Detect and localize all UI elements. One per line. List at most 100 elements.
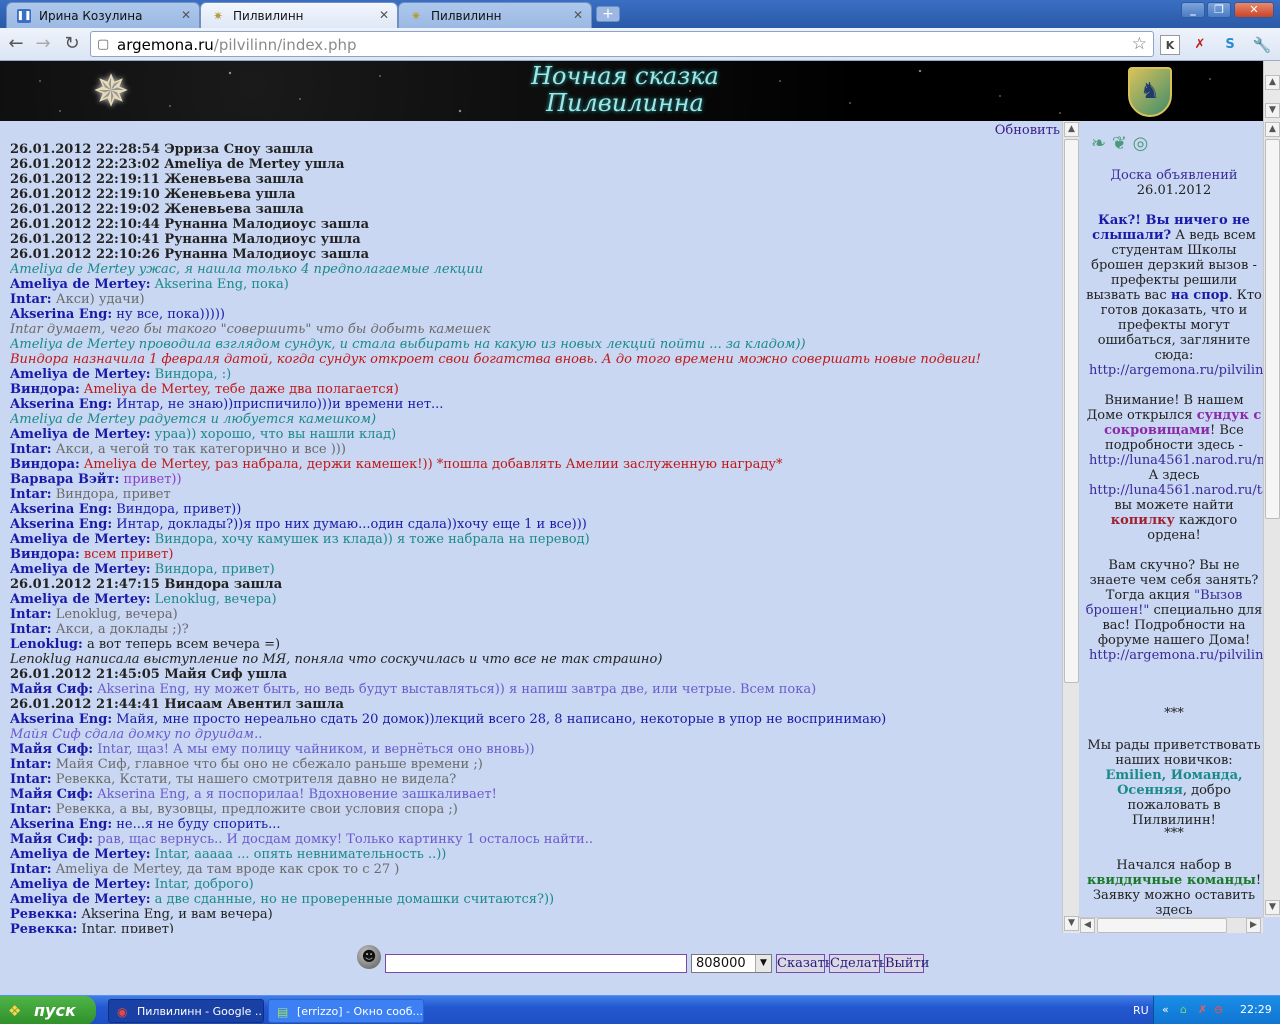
adblock-icon[interactable]: ✗ <box>1190 35 1210 55</box>
reload-icon[interactable]: ↻ <box>61 33 83 55</box>
scroll-up-icon[interactable]: ▲ <box>1064 122 1079 137</box>
treasure-link[interactable]: http://luna4561.narod.ru/main.html <box>1085 453 1263 468</box>
message-author[interactable]: Ревекка: <box>10 907 77 922</box>
tab-1[interactable]: ❚❚ Ирина Козулина ✕ <box>6 2 200 28</box>
refresh-link[interactable]: Обновить <box>995 123 1060 138</box>
chat-message: Intar: Акси, а чегой то так категорично … <box>10 442 1055 457</box>
action-message: Intar думает, чего бы такого "совершить"… <box>10 322 491 337</box>
message-author[interactable]: Akserina Eng: <box>10 397 112 412</box>
message-text: Акси) удачи) <box>51 292 145 307</box>
address-bar[interactable]: ▢ argemona.ru/pilvilinn/index.php ☆ <box>90 31 1154 57</box>
close-icon[interactable]: ✕ <box>573 8 583 22</box>
scroll-down-icon[interactable]: ▼ <box>1265 900 1280 915</box>
message-author[interactable]: Intar: <box>10 802 52 817</box>
kaspersky-icon[interactable]: K <box>1160 35 1180 55</box>
minimize-button[interactable]: _ <box>1181 2 1205 18</box>
message-author[interactable]: Варвара Вэйт: <box>10 472 119 487</box>
tab-2[interactable]: ✷ Пилвилинн ✕ <box>200 2 398 28</box>
message-author[interactable]: Akserina Eng: <box>10 307 112 322</box>
message-author[interactable]: Ameliya de Mertey: <box>10 847 151 862</box>
message-author[interactable]: Майя Сиф: <box>10 787 93 802</box>
exit-button[interactable]: Выйти <box>884 954 929 973</box>
message-author[interactable]: Ameliya de Mertey: <box>10 277 151 292</box>
scroll-up-icon[interactable]: ▲ <box>1265 75 1280 90</box>
message-text: Akserina Eng, ну может быть, но ведь буд… <box>93 682 817 697</box>
message-author[interactable]: Lenoklug: <box>10 637 83 652</box>
screen: ❚❚ Ирина Козулина ✕ ✷ Пилвилинн ✕ ✷ Пилв… <box>0 0 1280 1024</box>
message-author[interactable]: Intar: <box>10 757 52 772</box>
message-author[interactable]: Intar: <box>10 442 52 457</box>
message-author[interactable]: Intar: <box>10 622 52 637</box>
message-author[interactable]: Akserina Eng: <box>10 517 112 532</box>
message-author[interactable]: Виндора: <box>10 382 80 397</box>
forum-link[interactable]: http://argemona.ru/pilvilinn/forum/page=… <box>1085 648 1263 663</box>
language-indicator[interactable]: RU <box>1133 1004 1149 1017</box>
say-button[interactable]: Сказать <box>776 954 832 973</box>
board-title: Доска объявлений <box>1110 168 1238 183</box>
start-button[interactable]: ❖ пуск <box>0 996 96 1024</box>
message-text: Ревекка, а вы, вузовцы, предложите свои … <box>51 802 458 817</box>
smiley-icon[interactable]: ☻ <box>357 945 381 969</box>
message-author[interactable]: Ameliya de Mertey: <box>10 367 151 382</box>
chat-scrollbar[interactable]: ▲ ▼ <box>1062 121 1079 933</box>
window-close-button[interactable]: ✕ <box>1234 2 1274 18</box>
page-scrollbar-top[interactable]: ▲ ▼ <box>1263 61 1280 121</box>
chevron-down-icon[interactable]: ▼ <box>755 955 771 972</box>
message-author[interactable]: Akserina Eng: <box>10 712 112 727</box>
message-author[interactable]: Виндора: <box>10 547 80 562</box>
message-author[interactable]: Майя Сиф: <box>10 682 93 697</box>
antivirus-icon[interactable]: ✗ <box>1198 1003 1207 1016</box>
bookmark-star-icon[interactable]: ☆ <box>1132 34 1147 54</box>
message-author[interactable]: Intar: <box>10 772 52 787</box>
restore-button[interactable]: ❐ <box>1207 2 1231 18</box>
message-author[interactable]: Ameliya de Mertey: <box>10 877 151 892</box>
scroll-thumb[interactable] <box>1097 918 1227 933</box>
task-chrome[interactable]: ◉ Пилвилинн - Google ... <box>108 999 264 1023</box>
message-author[interactable]: Майя Сиф: <box>10 832 93 847</box>
close-icon[interactable]: ✕ <box>379 8 389 22</box>
message-author[interactable]: Майя Сиф: <box>10 742 93 757</box>
no-entry-icon[interactable]: ⊖ <box>1214 1003 1223 1016</box>
piggybank-link[interactable]: http://luna4561.narod.ru/table.html <box>1085 483 1263 498</box>
message-author[interactable]: Intar: <box>10 862 52 877</box>
scroll-right-icon[interactable]: ▶ <box>1246 918 1261 933</box>
scroll-up-icon[interactable]: ▲ <box>1265 122 1280 137</box>
message-author[interactable]: Ameliya de Mertey: <box>10 892 151 907</box>
message-author[interactable]: Akserina Eng: <box>10 817 112 832</box>
message-input[interactable] <box>385 954 687 973</box>
new-tab-button[interactable]: + <box>596 6 620 22</box>
task-messenger[interactable]: ▤ [errizzo] - Окно сооб... <box>268 999 424 1023</box>
message-text: Intar, щаз! А мы ему полицу чайником, и … <box>93 742 535 757</box>
network-icon[interactable]: ⌂ <box>1180 1003 1187 1016</box>
message-author[interactable]: Intar: <box>10 292 52 307</box>
scroll-thumb[interactable] <box>1265 139 1280 519</box>
scroll-thumb[interactable] <box>1064 139 1079 683</box>
message-author[interactable]: Akserina Eng: <box>10 502 112 517</box>
message-author[interactable]: Intar: <box>10 487 52 502</box>
forum-link[interactable]: http://argemona.ru/pilvilinn/forum/theme… <box>1085 363 1263 378</box>
color-select[interactable]: 808000 ▼ <box>691 954 772 973</box>
message-author[interactable]: Ameliya de Mertey: <box>10 532 151 547</box>
scroll-down-icon[interactable]: ▼ <box>1265 103 1280 118</box>
message-author[interactable]: Ревекка: <box>10 922 77 933</box>
back-arrow-icon[interactable]: ← <box>5 33 27 55</box>
chat-message: Майя Сиф: Akserina Eng, ну может быть, н… <box>10 682 1055 697</box>
arrow-left-icon[interactable]: « <box>1162 1003 1169 1016</box>
message-author[interactable]: Intar: <box>10 607 52 622</box>
color-select-value: 808000 <box>696 956 746 971</box>
message-author[interactable]: Ameliya de Mertey: <box>10 592 151 607</box>
wrench-icon[interactable]: 🔧 <box>1252 35 1272 55</box>
message-author[interactable]: Виндора: <box>10 457 80 472</box>
do-button[interactable]: Сделать <box>829 954 886 973</box>
close-icon[interactable]: ✕ <box>181 8 191 22</box>
message-author[interactable]: Ameliya de Mertey: <box>10 427 151 442</box>
sidebar-hscrollbar[interactable]: ◀ ▶ <box>1079 917 1263 933</box>
scroll-left-icon[interactable]: ◀ <box>1080 918 1095 933</box>
forward-arrow-icon[interactable]: → <box>32 33 54 55</box>
skype-icon[interactable]: S <box>1220 35 1240 55</box>
sidebar-scrollbar[interactable]: ▲ ▼ <box>1263 121 1280 917</box>
message-author[interactable]: Ameliya de Mertey: <box>10 562 151 577</box>
scroll-down-icon[interactable]: ▼ <box>1064 916 1079 931</box>
tab-3[interactable]: ✷ Пилвилинн ✕ <box>398 2 592 28</box>
start-label: пуск <box>34 1001 76 1020</box>
